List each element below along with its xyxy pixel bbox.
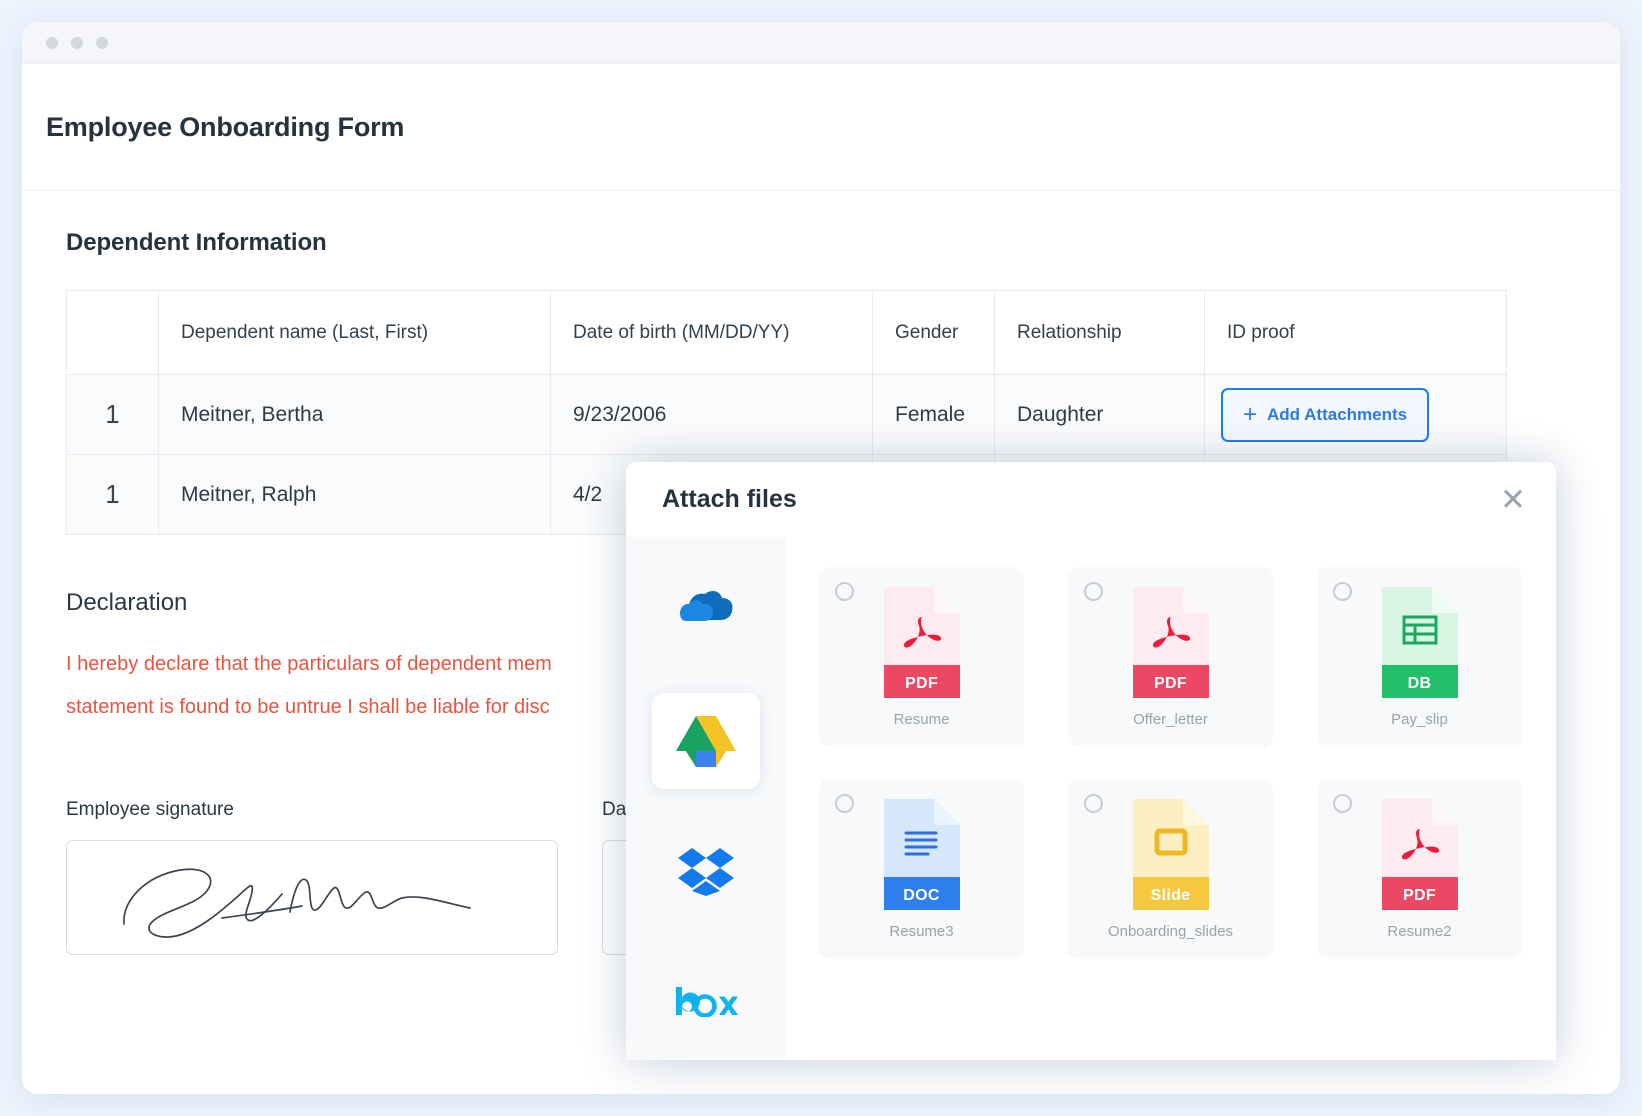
window-titlebar	[22, 22, 1620, 64]
service-dropbox[interactable]	[652, 823, 760, 919]
cloud-services-rail	[626, 537, 785, 1060]
cell-gender[interactable]: Female	[872, 374, 995, 455]
file-card[interactable]: DOC Resume3	[819, 779, 1024, 959]
cell-name[interactable]: Meitner, Bertha	[158, 374, 551, 455]
col-header-id-proof: ID proof	[1204, 290, 1507, 375]
pdf-file-icon: PDF	[1381, 798, 1458, 938]
service-onedrive[interactable]	[652, 563, 760, 659]
file-select-radio[interactable]	[835, 582, 854, 601]
table-header: Dependent name (Last, First) Date of bir…	[66, 290, 1507, 375]
cell-name[interactable]: Meitner, Ralph	[158, 454, 551, 535]
close-icon[interactable]: ✕	[1500, 484, 1526, 515]
google-drive-icon	[675, 716, 736, 767]
add-attachments-button[interactable]: + Add Attachments	[1221, 387, 1430, 442]
service-box[interactable]	[652, 953, 760, 1049]
files-pane: PDF Resume PDF Offer_letter DB Pay_slip …	[785, 537, 1556, 1060]
pdf-file-icon: PDF	[883, 586, 960, 726]
signature-image	[123, 867, 471, 938]
modal-body: PDF Resume PDF Offer_letter DB Pay_slip …	[626, 537, 1556, 1060]
table-header-row: Dependent name (Last, First) Date of bir…	[66, 290, 1507, 375]
box-icon	[675, 987, 738, 1017]
col-header-index	[66, 290, 159, 375]
col-header-dob: Date of birth (MM/DD/YY)	[550, 290, 873, 375]
slide-file-icon: Slide	[1132, 798, 1209, 938]
file-card[interactable]: Slide Onboarding_slides	[1068, 779, 1273, 959]
cell-relationship[interactable]: Daughter	[994, 374, 1205, 455]
file-select-radio[interactable]	[1333, 582, 1352, 601]
modal-title: Attach files	[662, 485, 797, 513]
signature-input[interactable]	[66, 840, 558, 955]
table-row[interactable]: 1 Meitner, Bertha 9/23/2006 Female Daugh…	[66, 374, 1507, 455]
cell-dob[interactable]: 9/23/2006	[550, 374, 873, 455]
form-header: Employee Onboarding Form	[22, 64, 1620, 191]
doc-file-icon: DOC	[883, 798, 960, 938]
file-select-radio[interactable]	[835, 794, 854, 813]
row-index: 1	[66, 374, 159, 455]
dropbox-icon	[677, 848, 734, 896]
file-type-badge: DOC	[883, 881, 960, 910]
screenshot-root: Employee Onboarding Form Dependent Infor…	[0, 0, 1642, 1116]
file-type-badge: PDF	[1381, 881, 1458, 910]
file-type-badge: Slide	[1132, 881, 1209, 910]
col-header-gender: Gender	[872, 290, 995, 375]
file-card[interactable]: PDF Offer_letter	[1068, 567, 1273, 747]
employee-signature-label: Employee signature	[66, 799, 234, 820]
onedrive-icon	[679, 590, 733, 621]
file-grid: PDF Resume PDF Offer_letter DB Pay_slip …	[819, 567, 1522, 959]
file-select-radio[interactable]	[1084, 794, 1103, 813]
row-index: 1	[66, 454, 159, 535]
window-minimize-dot[interactable]	[71, 36, 83, 49]
plus-icon: +	[1243, 400, 1258, 428]
employee-signature-field: Employee signature	[66, 799, 558, 955]
file-select-radio[interactable]	[1084, 582, 1103, 601]
attach-files-modal: Attach files ✕ PDF Resume PDF Offer_lett…	[626, 462, 1556, 1060]
service-googledrive[interactable]	[651, 693, 760, 789]
file-type-badge: DB	[1381, 669, 1458, 698]
col-header-relationship: Relationship	[994, 290, 1205, 375]
file-type-badge: PDF	[883, 669, 960, 698]
window-close-dot[interactable]	[46, 36, 58, 49]
section-title: Dependent Information	[66, 229, 327, 256]
col-header-name: Dependent name (Last, First)	[158, 290, 551, 375]
add-attachments-label: Add Attachments	[1267, 404, 1408, 424]
cell-id-proof: + Add Attachments	[1204, 374, 1507, 455]
pdf-file-icon: PDF	[1132, 586, 1209, 726]
window-maximize-dot[interactable]	[96, 36, 108, 49]
db-file-icon: DB	[1381, 586, 1458, 726]
file-type-badge: PDF	[1132, 669, 1209, 698]
file-card[interactable]: DB Pay_slip	[1317, 567, 1522, 747]
file-card[interactable]: PDF Resume2	[1317, 779, 1522, 959]
file-card[interactable]: PDF Resume	[819, 567, 1024, 747]
modal-header: Attach files ✕	[626, 462, 1556, 537]
browser-window: Employee Onboarding Form Dependent Infor…	[22, 22, 1620, 1094]
page-title: Employee Onboarding Form	[46, 111, 405, 142]
file-select-radio[interactable]	[1333, 794, 1352, 813]
